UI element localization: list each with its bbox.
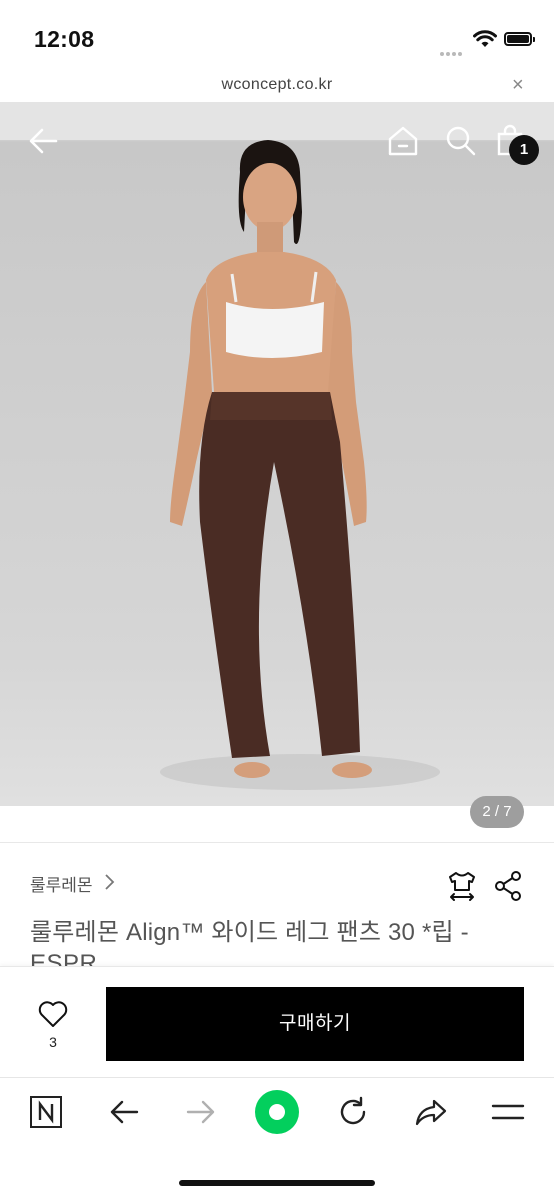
back-arrow-icon[interactable] (26, 124, 60, 163)
naver-n-icon[interactable] (30, 1096, 62, 1133)
refresh-icon[interactable] (337, 1096, 369, 1133)
home-icon[interactable] (386, 124, 420, 163)
brand-link[interactable]: 룰루레몬 (30, 871, 93, 896)
cellular-signal-icon (440, 43, 464, 61)
size-guide-icon[interactable] (446, 870, 478, 907)
green-dot-icon[interactable] (255, 1090, 299, 1139)
back-icon[interactable] (108, 1096, 140, 1133)
wifi-icon (473, 30, 497, 53)
share-arrow-icon[interactable] (414, 1096, 448, 1133)
home-indicator (179, 1180, 375, 1186)
like-count: 3 (49, 1034, 57, 1050)
share-icon[interactable] (492, 870, 524, 907)
gallery-page-indicator: 2 / 7 (470, 796, 524, 828)
buy-button[interactable]: 구매하기 (106, 987, 524, 1061)
battery-icon (504, 32, 535, 46)
menu-icon[interactable] (491, 1100, 525, 1129)
forward-icon[interactable] (185, 1096, 217, 1133)
status-time: 12:08 (34, 26, 95, 52)
cart-count-badge[interactable]: 1 (509, 135, 539, 165)
product-title: 룰루레몬 Align™ 와이드 레그 팬츠 30 *립 - (30, 919, 469, 946)
product-image[interactable] (0, 102, 554, 806)
heart-icon[interactable] (38, 1000, 68, 1033)
product-title-continued: ESPR (30, 950, 98, 966)
url-text[interactable]: wconcept.co.kr (0, 76, 554, 94)
chevron-right-icon[interactable] (102, 872, 116, 897)
search-icon[interactable] (444, 124, 478, 163)
divider (0, 842, 554, 843)
close-icon[interactable]: × (512, 74, 524, 97)
